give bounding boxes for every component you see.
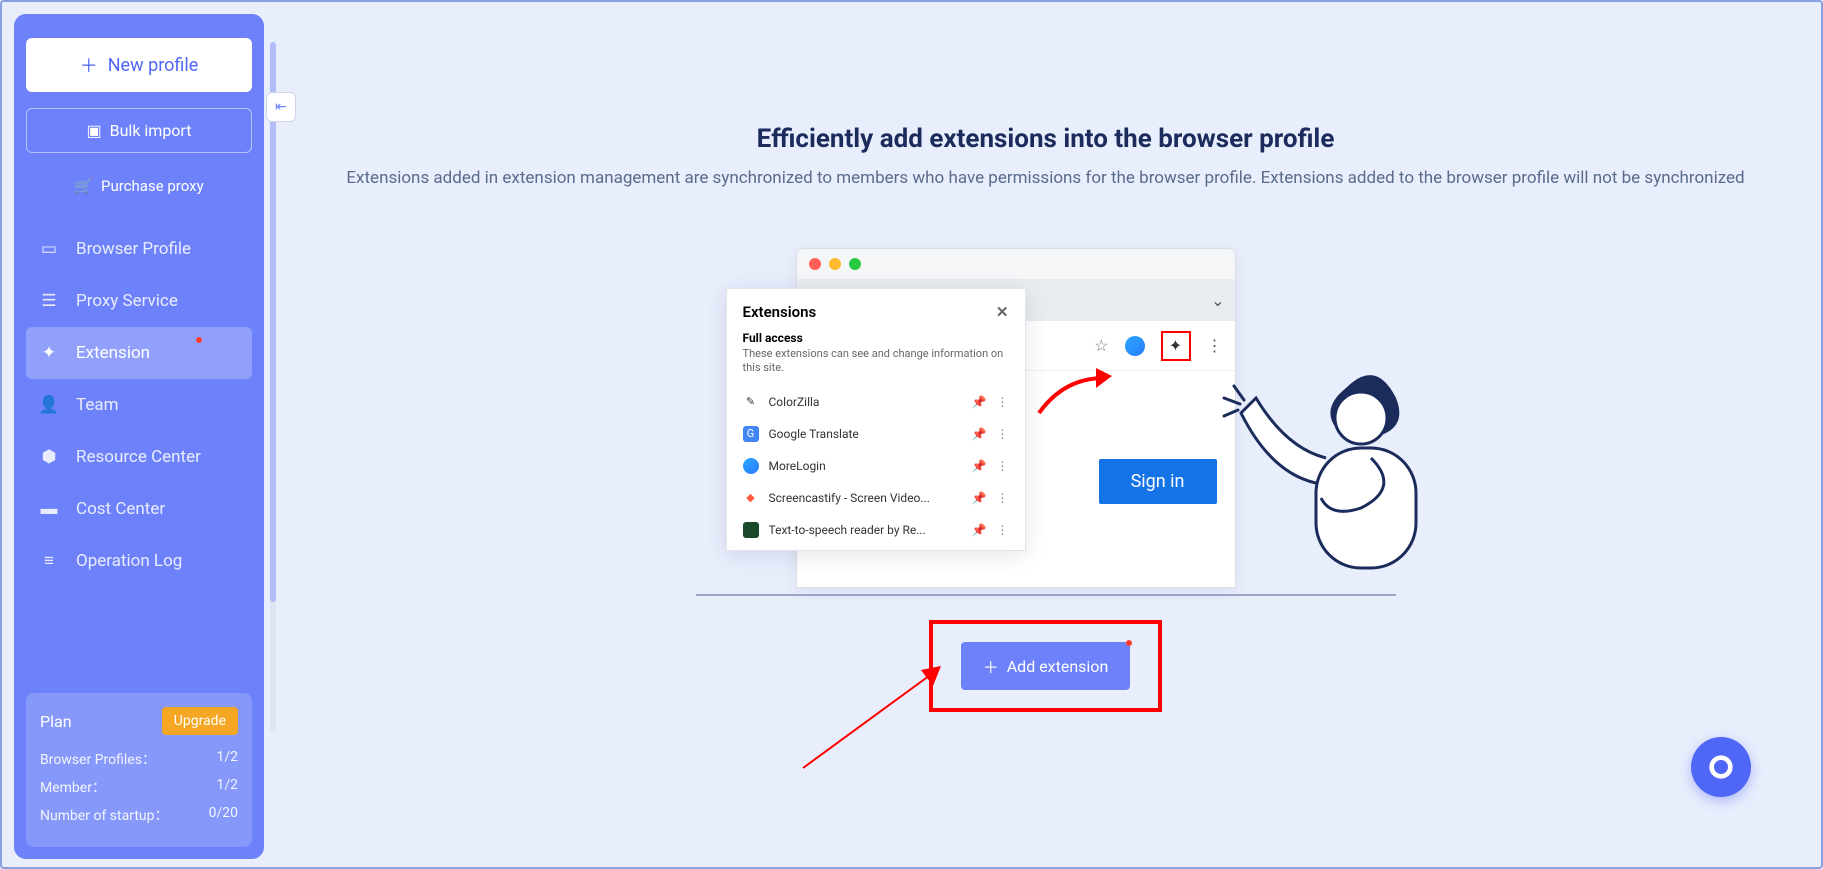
sidebar-item-label: Cost Center — [76, 499, 165, 519]
sidebar-item-team[interactable]: 👤 Team — [26, 379, 252, 431]
sidebar-item-extension[interactable]: ✦ Extension — [26, 327, 252, 379]
server-icon: ☰ — [40, 292, 58, 310]
upgrade-button[interactable]: Upgrade — [162, 707, 238, 735]
sidebar-item-label: Browser Profile — [76, 239, 191, 259]
popup-fullaccess-label: Full access — [727, 331, 1025, 345]
sidebar-item-label: Resource Center — [76, 447, 201, 467]
sidebar-item-proxy-service[interactable]: ☰ Proxy Service — [26, 275, 252, 327]
extension-name: MoreLogin — [769, 459, 962, 473]
plan-card: Plan Upgrade Browser Profiles： 1/2 Membe… — [26, 693, 252, 847]
nav-list: ▭ Browser Profile ☰ Proxy Service ✦ Exte… — [26, 223, 252, 587]
page-title: Efficiently add extensions into the brow… — [757, 124, 1335, 154]
sidebar-item-resource-center[interactable]: ⬢ Resource Center — [26, 431, 252, 483]
pin-icon: 📌 — [972, 395, 987, 409]
extension-name: Google Translate — [769, 427, 962, 441]
purchase-proxy-link[interactable]: 🛒 Purchase proxy — [26, 167, 252, 223]
signin-button-illustration: Sign in — [1099, 459, 1217, 504]
illustration-baseline — [696, 594, 1396, 596]
plus-icon: ＋ — [983, 654, 999, 678]
bulk-import-label: Bulk import — [110, 121, 192, 140]
curved-arrow-icon — [1034, 358, 1124, 418]
chevron-down-icon: ⌄ — [1211, 291, 1224, 310]
page-subtitle: Extensions added in extension management… — [346, 168, 1744, 188]
sidebar-item-cost-center[interactable]: ▬ Cost Center — [26, 483, 252, 535]
sidebar: ＋ New profile ▣ Bulk import 🛒 Purchase p… — [14, 14, 264, 859]
pin-icon: 📌 — [972, 459, 987, 473]
import-icon: ▣ — [87, 121, 102, 140]
more-icon: ⋮ — [997, 427, 1009, 441]
new-profile-button[interactable]: ＋ New profile — [26, 38, 252, 92]
popup-title: Extensions — [743, 303, 817, 321]
list-icon: ≡ — [40, 552, 58, 570]
pin-icon: 📌 — [972, 427, 987, 441]
extension-name: Screencastify - Screen Video... — [769, 491, 962, 505]
pin-icon: 📌 — [972, 491, 987, 505]
notification-dot-icon — [196, 337, 202, 343]
sidebar-item-operation-log[interactable]: ≡ Operation Log — [26, 535, 252, 587]
annotation-arrow-icon — [793, 658, 953, 778]
add-extension-button[interactable]: ＋ Add extension — [961, 642, 1131, 690]
extension-row: ◆ Screencastify - Screen Video... 📌 ⋮ — [727, 482, 1025, 514]
notification-dot-icon — [1126, 640, 1132, 646]
cart-icon: 🛒 — [74, 177, 93, 195]
sidebar-item-label: Team — [76, 395, 119, 415]
more-icon: ⋮ — [997, 491, 1009, 505]
extension-name: Text-to-speech reader by Re... — [769, 523, 962, 537]
add-extension-highlight: ＋ Add extension — [929, 620, 1163, 712]
sidebar-item-browser-profile[interactable]: ▭ Browser Profile — [26, 223, 252, 275]
cube-icon: ⬢ — [40, 448, 58, 466]
morelogin-icon — [1125, 336, 1145, 356]
extension-row: Text-to-speech reader by Re... 📌 ⋮ — [727, 514, 1025, 546]
plus-icon: ＋ — [80, 52, 98, 78]
plan-profiles-label: Browser Profiles： — [40, 749, 156, 769]
new-profile-label: New profile — [108, 55, 199, 76]
puzzle-icon: ✦ — [40, 344, 58, 362]
extension-name: ColorZilla — [769, 395, 962, 409]
extension-row: ✎ ColorZilla 📌 ⋮ — [727, 386, 1025, 418]
extension-row: G Google Translate 📌 ⋮ — [727, 418, 1025, 450]
person-illustration-icon — [1206, 348, 1446, 608]
sidebar-item-label: Extension — [76, 343, 150, 363]
sidebar-item-label: Proxy Service — [76, 291, 178, 311]
popup-description: These extensions can see and change info… — [727, 345, 1025, 386]
extension-row: MoreLogin 📌 ⋮ — [727, 450, 1025, 482]
more-icon: ⋮ — [997, 459, 1009, 473]
close-icon: ✕ — [996, 303, 1009, 321]
plan-startup-value: 0/20 — [209, 805, 238, 825]
user-icon: 👤 — [40, 396, 58, 414]
google-translate-icon: G — [743, 426, 759, 442]
extensions-popup-illustration: Extensions ✕ Full access These extension… — [726, 288, 1026, 551]
star-icon: ☆ — [1094, 336, 1108, 355]
traffic-light-yellow-icon — [829, 258, 841, 270]
extensions-icon-highlighted: ✦ — [1161, 331, 1191, 361]
plan-member-label: Member： — [40, 777, 106, 797]
colorzilla-icon: ✎ — [743, 394, 759, 410]
tts-reader-icon — [743, 522, 759, 538]
chat-fab-button[interactable] — [1691, 737, 1751, 797]
wallet-icon: ▬ — [40, 500, 58, 518]
bulk-import-button[interactable]: ▣ Bulk import — [26, 108, 252, 153]
screencastify-icon: ◆ — [743, 490, 759, 506]
plan-title: Plan — [40, 712, 72, 731]
plan-profiles-value: 1/2 — [216, 749, 238, 769]
scrollbar-track[interactable] — [270, 42, 276, 732]
morelogin-icon — [743, 458, 759, 474]
illustration: ＋ ⌄ ☆ ✦ ⋮ Sign in ⋮ Extensions ✕ Full ac… — [696, 248, 1396, 608]
sidebar-item-label: Operation Log — [76, 551, 182, 571]
plan-member-value: 1/2 — [216, 777, 238, 797]
traffic-light-red-icon — [809, 258, 821, 270]
chat-icon — [1707, 753, 1735, 781]
add-extension-label: Add extension — [1007, 657, 1109, 676]
scrollbar-thumb[interactable] — [270, 42, 276, 602]
main-content: Efficiently add extensions into the brow… — [282, 14, 1809, 855]
pin-icon: 📌 — [972, 523, 987, 537]
window-icon: ▭ — [40, 240, 58, 258]
purchase-proxy-label: Purchase proxy — [101, 177, 204, 195]
plan-startup-label: Number of startup： — [40, 805, 168, 825]
more-icon: ⋮ — [997, 523, 1009, 537]
traffic-light-green-icon — [849, 258, 861, 270]
more-icon: ⋮ — [997, 395, 1009, 409]
